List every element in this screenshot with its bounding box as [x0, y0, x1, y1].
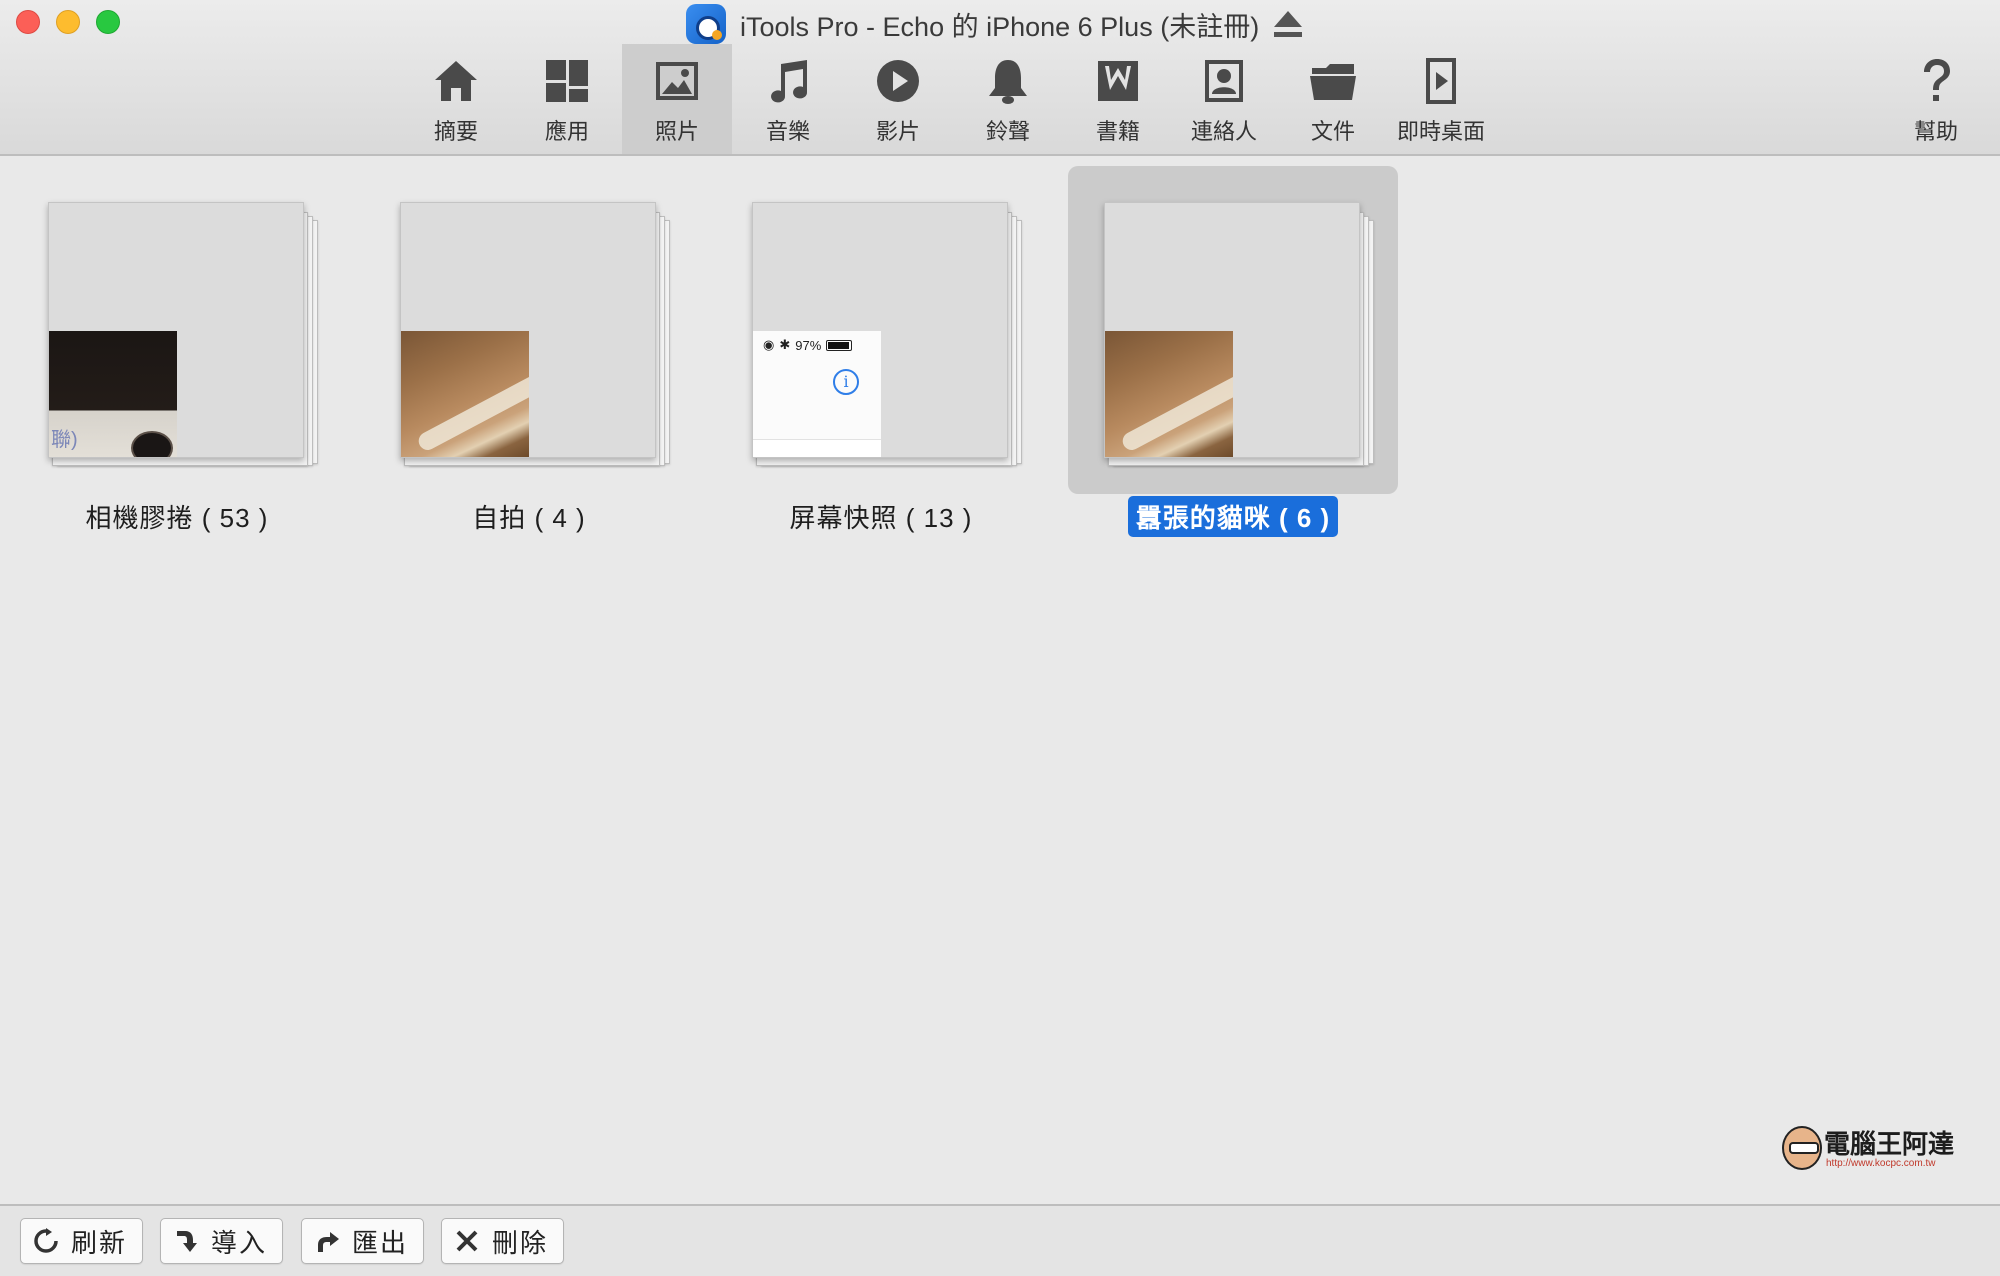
- album-cats[interactable]: 囂張的貓咪 ( 6 ): [1068, 166, 1398, 538]
- toolbar-label: 影片: [875, 119, 920, 144]
- album-title[interactable]: 屏幕快照 ( 13 ): [782, 496, 981, 537]
- status-bar: ◉ ✱ 97%: [763, 337, 853, 353]
- bluetooth-icon: ✱: [779, 337, 791, 352]
- titlebar: iTools Pro - Echo 的 iPhone 6 Plus (未註冊) …: [0, 0, 2000, 156]
- toolbar-label: 應用: [544, 119, 589, 144]
- itools-app-icon: [686, 4, 726, 44]
- toolbar-label: 照片: [654, 119, 699, 144]
- photo-icon: [656, 62, 698, 100]
- home-icon: [435, 61, 477, 101]
- button-label: 匯出: [352, 1227, 409, 1258]
- album-cover: [1104, 202, 1360, 458]
- close-window-button[interactable]: [16, 10, 40, 34]
- info-icon: i: [833, 369, 859, 395]
- mascot-icon: [1782, 1126, 1822, 1170]
- import-button[interactable]: 導入: [160, 1218, 283, 1264]
- toolbar-item-live-wallpaper[interactable]: 即時桌面: [1386, 44, 1496, 154]
- album-screenshots[interactable]: ◉ ✱ 97% i 屏幕快照 ( 13 ): [716, 166, 1046, 538]
- toolbar-item-music[interactable]: 音樂: [733, 44, 843, 154]
- watermark-text: 電腦王阿達: [1824, 1129, 1955, 1159]
- button-label: 刷新: [71, 1227, 128, 1258]
- album-selfies[interactable]: 自拍 ( 4 ): [364, 166, 694, 538]
- toolbar-item-video[interactable]: 影片: [843, 44, 953, 154]
- export-button[interactable]: 匯出: [301, 1218, 424, 1264]
- toolbar-label: 音樂: [765, 119, 810, 144]
- thumbnail-caption: 聯): [51, 429, 78, 451]
- refresh-icon: [34, 1228, 58, 1253]
- video-icon: [877, 60, 919, 102]
- toolbar-label: 文件: [1310, 119, 1355, 144]
- album-thumbnail: [401, 331, 529, 457]
- music-icon: [771, 60, 808, 103]
- export-icon: [318, 1232, 339, 1252]
- window-title: iTools Pro - Echo 的 iPhone 6 Plus (未註冊): [740, 11, 1260, 42]
- album-thumbnail: ◉ ✱ 97% i: [753, 331, 881, 457]
- album-title[interactable]: 囂張的貓咪 ( 6 ): [1127, 496, 1339, 537]
- album-thumbnail: [1105, 331, 1233, 457]
- toolbar-item-ringtones[interactable]: 鈴聲: [953, 44, 1063, 154]
- album-cover-stack[interactable]: [1104, 202, 1374, 466]
- album-title[interactable]: 自拍 ( 4 ): [464, 496, 593, 537]
- toolbar-label: 鈴聲: [985, 119, 1030, 144]
- toolbar-item-help[interactable]: 幫助: [1881, 44, 1991, 154]
- folder-icon: [1310, 64, 1356, 100]
- help-icon: [1924, 59, 1950, 101]
- apps-icon: [546, 60, 588, 102]
- bell-icon: [989, 60, 1027, 104]
- live-wallpaper-icon: [1426, 58, 1456, 104]
- battery-icon: [826, 339, 853, 351]
- album-cover-stack[interactable]: [400, 202, 670, 466]
- toolbar-item-apps[interactable]: 應用: [512, 44, 622, 154]
- button-label: 刪除: [492, 1227, 549, 1258]
- toolbar-item-files[interactable]: 文件: [1278, 44, 1388, 154]
- watermark-url: http://www.kocpc.com.tw: [1826, 1158, 1936, 1169]
- import-icon: [177, 1231, 197, 1252]
- album-cover: ◉ ✱ 97% i: [752, 202, 1008, 458]
- album-cover-stack[interactable]: ◉ ✱ 97% i: [752, 202, 1022, 466]
- album-title[interactable]: 相機膠捲 ( 53 ): [78, 496, 277, 537]
- toolbar-item-photos[interactable]: 照片: [622, 44, 732, 154]
- album-thumbnail: 聯): [49, 331, 177, 457]
- toolbar-label: 書籍: [1095, 119, 1140, 144]
- maximize-window-button[interactable]: [96, 10, 120, 34]
- album-cover: 聯): [48, 202, 304, 458]
- watermark-logo: 電腦王阿達 http://www.kocpc.com.tw: [1782, 1124, 1955, 1176]
- toolbar-label: 幫助: [1913, 119, 1958, 144]
- refresh-button[interactable]: 刷新: [20, 1218, 143, 1264]
- toolbar-item-books[interactable]: 書籍: [1063, 44, 1173, 154]
- button-label: 導入: [211, 1227, 268, 1258]
- toolbar-item-summary[interactable]: 摘要: [401, 44, 511, 154]
- book-icon: [1098, 61, 1138, 101]
- album-cover: [400, 202, 656, 458]
- toolbar-label: 摘要: [433, 119, 478, 144]
- minimize-window-button[interactable]: [56, 10, 80, 34]
- title-area: iTools Pro - Echo 的 iPhone 6 Plus (未註冊): [686, 4, 1303, 44]
- battery-percent: 97%: [795, 337, 822, 353]
- delete-icon: [456, 1230, 478, 1252]
- toolbar-item-contacts[interactable]: 連絡人: [1169, 44, 1279, 154]
- toolbar-label: 即時桌面: [1396, 119, 1485, 144]
- bottom-toolbar: 刷新 導入 匯出 刪除: [0, 1204, 2000, 1276]
- album-cover-stack[interactable]: 聯): [48, 202, 318, 466]
- toolbar-label: 連絡人: [1190, 119, 1257, 144]
- album-camera-roll[interactable]: 聯) 相機膠捲 ( 53 ): [12, 166, 342, 538]
- delete-button[interactable]: 刪除: [441, 1218, 564, 1264]
- contacts-icon: [1205, 60, 1243, 102]
- lock-rotation-icon: ◉: [763, 337, 775, 352]
- eject-icon[interactable]: [1273, 11, 1303, 37]
